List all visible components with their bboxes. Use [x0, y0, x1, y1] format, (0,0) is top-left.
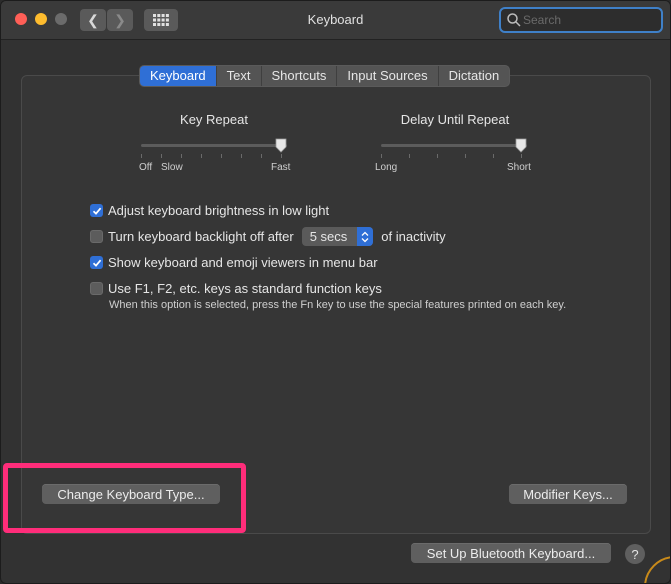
slider-tick [381, 154, 382, 158]
slider-tick [241, 154, 242, 158]
slider-tick [437, 154, 438, 158]
option-function-keys[interactable]: Use F1, F2, etc. keys as standard functi… [90, 281, 382, 296]
option-adjust-brightness[interactable]: Adjust keyboard brightness in low light [90, 203, 329, 218]
key-repeat-label: Key Repeat [180, 112, 248, 127]
checkbox-adjust-brightness[interactable] [90, 204, 103, 217]
chevron-updown-icon [357, 227, 374, 246]
key-repeat-off-label: Off [139, 162, 153, 173]
popup-value: 5 secs [309, 229, 348, 244]
slider-tick [521, 154, 522, 158]
slider-tick [261, 154, 262, 158]
tab-text[interactable]: Text [217, 66, 262, 86]
delay-long-label: Long [375, 162, 398, 173]
checkbox-show-viewers[interactable] [90, 256, 103, 269]
option-label: Adjust keyboard brightness in low light [108, 203, 330, 218]
checkbox-function-keys[interactable] [90, 282, 103, 295]
slider-tick [493, 154, 494, 158]
search-icon [507, 13, 521, 27]
setup-bluetooth-keyboard-button[interactable]: Set Up Bluetooth Keyboard... [411, 543, 611, 563]
key-repeat-fast-label: Fast [271, 162, 291, 173]
slider-tick [465, 154, 466, 158]
option-backlight-off[interactable]: Turn keyboard backlight off after 5 secs… [90, 227, 446, 246]
option-label: Use F1, F2, etc. keys as standard functi… [108, 281, 382, 296]
tab-shortcuts[interactable]: Shortcuts [262, 66, 338, 86]
tab-input-sources[interactable]: Input Sources [337, 66, 439, 86]
checkbox-backlight-off[interactable] [90, 230, 103, 243]
tab-keyboard[interactable]: Keyboard [140, 66, 217, 86]
search-input[interactable] [523, 11, 655, 29]
slider-tick [161, 154, 162, 158]
slider-tick [221, 154, 222, 158]
option-suffix: of inactivity [381, 229, 446, 244]
slider-tick [181, 154, 182, 158]
option-label: Turn keyboard backlight off after [108, 229, 294, 244]
key-repeat-slow-label: Slow [161, 162, 183, 173]
delay-until-repeat-slider-knob[interactable] [515, 138, 527, 153]
slider-tick [281, 154, 282, 158]
backlight-timeout-popup[interactable]: 5 secs [301, 227, 374, 246]
slider-tick [409, 154, 410, 158]
fn-key-note: When this option is selected, press the … [109, 299, 567, 311]
delay-until-repeat-label: Delay Until Repeat [400, 112, 510, 127]
delay-until-repeat-track[interactable] [381, 144, 527, 147]
tab-bar: Keyboard Text Shortcuts Input Sources Di… [139, 65, 511, 87]
key-repeat-slider-knob[interactable] [275, 138, 287, 153]
checkmark-icon [92, 207, 101, 215]
slider-tick [141, 154, 142, 158]
key-repeat-track[interactable] [141, 144, 287, 147]
cursor-arc-decoration [644, 556, 670, 583]
option-show-viewers[interactable]: Show keyboard and emoji viewers in menu … [90, 255, 378, 270]
title-bar: ❮ ❯ Keyboard [1, 1, 670, 40]
checkmark-icon [92, 259, 101, 267]
keyboard-preferences-window: ❮ ❯ Keyboard Keyboard Text [0, 0, 671, 584]
search-field[interactable] [499, 7, 663, 33]
tab-dictation[interactable]: Dictation [439, 66, 510, 86]
delay-short-label: Short [507, 162, 531, 173]
option-label: Show keyboard and emoji viewers in menu … [108, 255, 378, 270]
highlight-annotation-box [3, 463, 246, 533]
modifier-keys-button[interactable]: Modifier Keys... [509, 484, 627, 504]
slider-tick [201, 154, 202, 158]
